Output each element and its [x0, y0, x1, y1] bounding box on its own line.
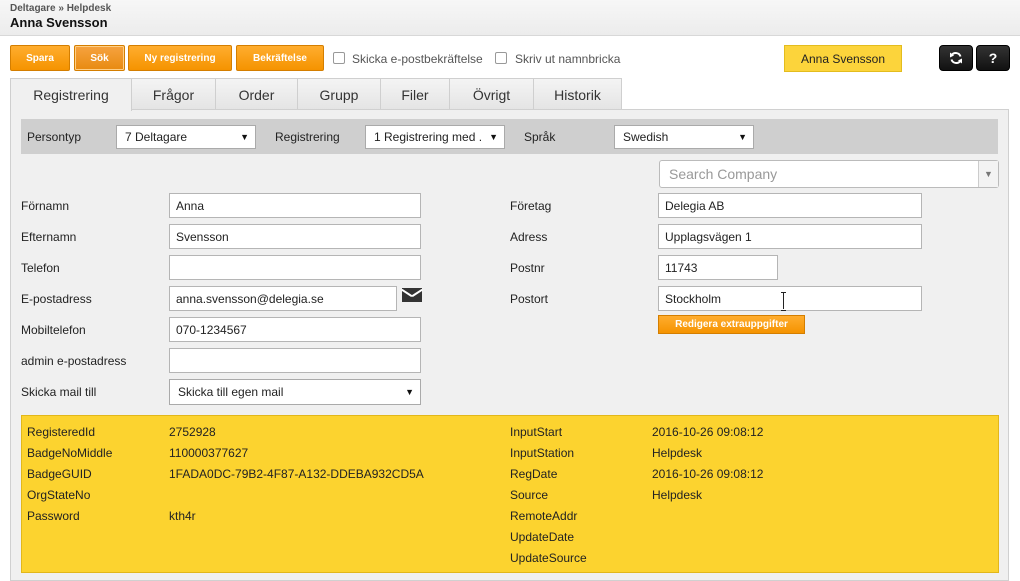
city-field[interactable]: Stockholm	[658, 286, 922, 311]
fornamn-label: Förnamn	[21, 199, 70, 213]
info-label: InputStation	[510, 446, 575, 460]
print-badge-label: Skriv ut namnbricka	[515, 52, 621, 66]
first-name-field[interactable]: Anna	[169, 193, 421, 218]
search-button[interactable]: Sök	[74, 45, 125, 71]
confirmation-button[interactable]: Bekräftelse	[236, 45, 324, 71]
tab-grupp[interactable]: Grupp	[297, 78, 381, 110]
search-company-input[interactable]: Search Company ▼	[659, 160, 999, 188]
chevron-down-icon: ▼	[738, 132, 747, 142]
info-label: BadgeGUID	[27, 467, 92, 481]
efternamn-label: Efternamn	[21, 230, 77, 244]
registrering-select[interactable]: 1 Registrering med ... ▼	[365, 125, 505, 149]
adress-label: Adress	[510, 230, 548, 244]
telefon-label: Telefon	[21, 261, 60, 275]
address-field[interactable]: Upplagsvägen 1	[658, 224, 922, 249]
info-value: Helpdesk	[652, 446, 703, 460]
info-label: RegDate	[510, 467, 558, 481]
info-label: InputStart	[510, 425, 563, 439]
persontyp-value: 7 Deltagare	[125, 130, 188, 144]
postal-code-field[interactable]: 11743	[658, 255, 778, 280]
send-mail-to-value: Skicka till egen mail	[178, 385, 284, 399]
postort-label: Postort	[510, 292, 549, 306]
tab-ovrigt[interactable]: Övrigt	[449, 78, 534, 110]
edit-extra-info-button[interactable]: Redigera extrauppgifter	[658, 315, 805, 334]
persontyp-select[interactable]: 7 Deltagare ▼	[116, 125, 256, 149]
foretag-label: Företag	[510, 199, 552, 213]
tab-filer[interactable]: Filer	[380, 78, 450, 110]
info-value: 2016-10-26 09:08:12	[652, 467, 764, 481]
phone-field[interactable]	[169, 255, 421, 280]
postnr-label: Postnr	[510, 261, 545, 275]
refresh-button[interactable]	[939, 45, 973, 71]
info-value: 110000377627	[169, 446, 249, 460]
info-label: UpdateSource	[510, 551, 587, 565]
send-mail-to-select[interactable]: Skicka till egen mail ▼	[169, 379, 421, 405]
info-label: Source	[510, 488, 549, 502]
mobil-label: Mobiltelefon	[21, 323, 86, 337]
save-button[interactable]: Spara	[10, 45, 70, 71]
refresh-icon	[950, 52, 962, 64]
info-value: 2016-10-26 09:08:12	[652, 425, 764, 439]
info-label: BadgeNoMiddle	[27, 446, 113, 460]
tab-fragor[interactable]: Frågor	[131, 78, 216, 110]
new-registration-button[interactable]: Ny registrering	[128, 45, 232, 71]
email-field[interactable]: anna.svensson@delegia.se	[169, 286, 397, 311]
sprak-select[interactable]: Swedish ▼	[614, 125, 754, 149]
tab-historik[interactable]: Historik	[533, 78, 622, 110]
print-badge-checkbox[interactable]	[495, 52, 507, 64]
persontyp-label: Persontyp	[27, 130, 82, 144]
registrering-label: Registrering	[275, 130, 340, 144]
chevron-down-icon: ▼	[240, 132, 249, 142]
info-label: OrgStateNo	[27, 488, 91, 502]
info-value: 2752928	[169, 425, 216, 439]
sprak-label: Språk	[524, 130, 556, 144]
info-label: RemoteAddr	[510, 509, 578, 523]
search-company-placeholder: Search Company	[669, 166, 778, 182]
admin-epost-label: admin e-postadress	[21, 354, 127, 368]
info-label: RegisteredId	[27, 425, 96, 439]
admin-email-field[interactable]	[169, 348, 421, 373]
breadcrumb[interactable]: Deltagare » Helpdesk	[10, 3, 111, 14]
chevron-down-icon[interactable]: ▼	[978, 161, 998, 187]
mobile-field[interactable]: 070-1234567	[169, 317, 421, 342]
last-name-field[interactable]: Svensson	[169, 224, 421, 249]
tab-order[interactable]: Order	[215, 78, 298, 110]
send-email-confirmation-label: Skicka e-postbekräftelse	[352, 52, 483, 66]
chevron-down-icon: ▼	[405, 387, 414, 397]
page-title: Anna Svensson	[10, 15, 108, 30]
send-email-confirmation-checkbox[interactable]	[333, 52, 345, 64]
info-value: kth4r	[169, 509, 196, 523]
current-user-badge[interactable]: Anna Svensson	[784, 45, 902, 72]
registrering-value: 1 Registrering med ...	[374, 130, 482, 144]
epost-label: E-postadress	[21, 292, 92, 306]
chevron-down-icon: ▼	[489, 132, 498, 142]
info-value: Helpdesk	[652, 488, 703, 502]
mail-icon[interactable]	[402, 288, 422, 302]
info-value: 1FADA0DC-79B2-4F87-A132-DDEBA932CD5A	[169, 467, 424, 481]
info-label: Password	[27, 509, 80, 523]
sprak-value: Swedish	[623, 130, 669, 144]
info-label: UpdateDate	[510, 530, 575, 544]
skicka-label: Skicka mail till	[21, 385, 97, 399]
company-field[interactable]: Delegia AB	[658, 193, 922, 218]
page-header: Deltagare » Helpdesk Anna Svensson	[0, 0, 1020, 36]
text-cursor-icon	[781, 292, 787, 311]
help-button[interactable]: ?	[976, 45, 1010, 71]
tab-registrering[interactable]: Registrering	[10, 78, 132, 111]
